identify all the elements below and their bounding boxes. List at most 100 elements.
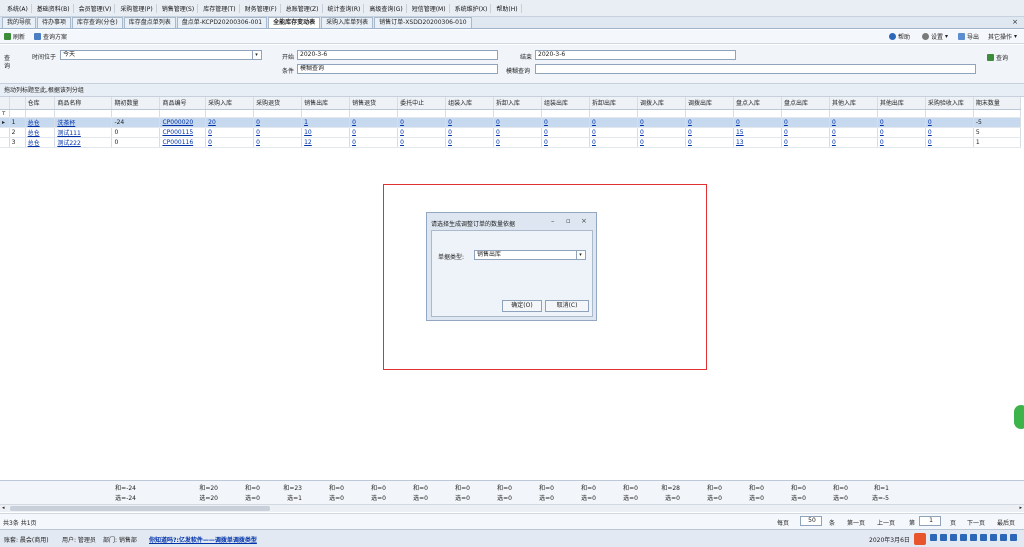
tray-icon[interactable] <box>1010 534 1017 541</box>
filter-cell[interactable] <box>54 109 113 118</box>
menu-item[interactable]: 帮助(H) <box>493 3 522 13</box>
qty-cell[interactable]: 0 <box>685 117 734 128</box>
close-icon[interactable]: × <box>581 217 587 225</box>
menu-item[interactable]: 高级查询(G) <box>366 3 407 13</box>
filter-cell[interactable] <box>829 109 878 118</box>
fuzzy-query-input[interactable] <box>535 64 976 74</box>
cancel-button[interactable]: 取消(C) <box>545 300 589 312</box>
filter-icon[interactable]: ᴛ <box>0 109 10 118</box>
scroll-right-icon[interactable]: ▸ <box>1019 505 1022 511</box>
qty-cell[interactable]: 0 <box>541 137 591 148</box>
qty-cell[interactable]: 1 <box>301 117 351 128</box>
qty-cell[interactable]: 0 <box>781 137 830 148</box>
tray-icon[interactable] <box>970 534 977 541</box>
qty-cell[interactable]: 0 <box>877 127 926 138</box>
filter-cell[interactable] <box>877 109 926 118</box>
menu-item[interactable]: 财务管理(F) <box>242 3 281 13</box>
filter-cell[interactable] <box>685 109 734 118</box>
qty-cell[interactable]: 0 <box>445 137 495 148</box>
product-name-cell[interactable]: 测试111 <box>54 127 113 138</box>
last-page-button[interactable]: 最后页 <box>997 518 1015 527</box>
qty-cell[interactable]: 0 <box>493 137 543 148</box>
qty-cell[interactable]: 0 <box>637 137 686 148</box>
qty-cell[interactable]: 0 <box>925 127 974 138</box>
settings-button[interactable]: 设置 ▾ <box>922 32 948 41</box>
refresh-button[interactable]: 刷新 <box>4 32 25 41</box>
table-row[interactable]: ▸ 1 总仓 洗茶杯 -24 CP000020 20 0 1 0 0 0 0 0 0 0 0 0 0 0 0 0 -5 <box>0 117 1022 128</box>
qty-cell[interactable]: 0 <box>829 127 878 138</box>
tray-icon[interactable] <box>930 534 937 541</box>
filter-cell[interactable] <box>349 109 399 118</box>
ok-button[interactable]: 确定(O) <box>502 300 542 312</box>
first-page-button[interactable]: 第一页 <box>847 518 865 527</box>
page-input[interactable]: 1 <box>919 516 941 526</box>
menu-item[interactable]: 系统(A) <box>4 3 32 13</box>
tray-icon[interactable] <box>1000 534 1007 541</box>
minimize-icon[interactable]: – <box>551 217 555 225</box>
filter-cell[interactable] <box>301 109 351 118</box>
column-header[interactable]: 其他出库 <box>877 97 926 110</box>
horizontal-scrollbar[interactable]: ◂ ▸ <box>0 504 1024 512</box>
menu-item[interactable]: 短信管理(M) <box>409 3 450 13</box>
qty-cell[interactable]: 0 <box>253 117 303 128</box>
query-button[interactable]: 查询 <box>987 53 1008 62</box>
qty-cell[interactable]: 0 <box>925 117 974 128</box>
qty-cell[interactable]: 0 <box>781 117 830 128</box>
tray-icon[interactable] <box>990 534 997 541</box>
maximize-icon[interactable]: ▫ <box>566 217 571 225</box>
table-row[interactable]: 2 总仓 测试111 0 CP000115 0 0 10 0 0 0 0 0 0 0 0 15 0 0 0 0 5 <box>0 127 1022 138</box>
menu-item[interactable]: 库存管理(T) <box>200 3 240 13</box>
menu-item[interactable]: 统计查询(R) <box>325 3 365 13</box>
column-header[interactable]: 采购验收入库 <box>925 97 974 110</box>
chevron-down-icon[interactable]: ▾ <box>576 251 584 259</box>
column-header[interactable]: 采购退货 <box>253 97 303 110</box>
prev-page-button[interactable]: 上一页 <box>877 518 895 527</box>
qty-cell[interactable]: 0 <box>397 137 447 148</box>
product-code-cell[interactable]: CP000115 <box>159 127 207 138</box>
tray-icon[interactable] <box>950 534 957 541</box>
end-date-input[interactable]: 2020-3-6 <box>535 50 736 60</box>
column-header[interactable] <box>0 97 10 110</box>
qty-cell[interactable]: 0 <box>685 127 734 138</box>
menu-item[interactable]: 基础资料(B) <box>34 3 74 13</box>
column-header[interactable]: 组装入库 <box>445 97 495 110</box>
filter-cell[interactable] <box>25 109 56 118</box>
menu-item[interactable]: 采购管理(P) <box>117 3 157 13</box>
tab[interactable]: 待办事项 <box>37 17 72 28</box>
filter-cell[interactable] <box>253 109 303 118</box>
column-header[interactable]: 调拨出库 <box>685 97 734 110</box>
tab[interactable]: 销售订单-XSDD20200306-010 <box>374 17 472 28</box>
qty-cell[interactable]: 0 <box>637 127 686 138</box>
query-scheme-button[interactable]: 查询方案 <box>34 32 67 41</box>
filter-cell[interactable] <box>9 109 26 118</box>
input-method-icon[interactable] <box>914 533 926 545</box>
tray-icon[interactable] <box>940 534 947 541</box>
qty-cell[interactable]: 0 <box>589 117 638 128</box>
menu-item[interactable]: 系统维护(X) <box>452 3 492 13</box>
product-code-cell[interactable]: CP000116 <box>159 137 207 148</box>
export-button[interactable]: 导出 <box>958 32 979 41</box>
next-page-button[interactable]: 下一页 <box>967 518 985 527</box>
qty-cell[interactable]: 0 <box>445 127 495 138</box>
filter-cell[interactable] <box>637 109 686 118</box>
column-header[interactable]: 期初数量 <box>111 97 161 110</box>
other-ops-button[interactable]: 其它操作 ▾ <box>988 32 1017 41</box>
qty-cell[interactable]: 0 <box>349 137 399 148</box>
filter-cell[interactable] <box>589 109 638 118</box>
scroll-left-icon[interactable]: ◂ <box>2 505 5 511</box>
condition-select[interactable]: 模糊查询 <box>297 64 498 74</box>
qty-cell[interactable]: 0 <box>829 117 878 128</box>
product-name-cell[interactable]: 测试222 <box>54 137 113 148</box>
start-date-input[interactable]: 2020-3-6 <box>297 50 498 60</box>
qty-cell[interactable]: 10 <box>301 127 351 138</box>
qty-cell[interactable]: 0 <box>877 117 926 128</box>
filter-cell[interactable] <box>159 109 207 118</box>
filter-cell[interactable] <box>733 109 782 118</box>
tray-icon[interactable] <box>960 534 967 541</box>
filter-cell[interactable] <box>111 109 161 118</box>
warehouse-cell[interactable]: 总仓 <box>25 127 56 138</box>
filter-cell[interactable] <box>397 109 447 118</box>
column-header[interactable]: 商品编号 <box>159 97 207 110</box>
column-header[interactable]: 组装出库 <box>541 97 591 110</box>
qty-cell[interactable]: 0 <box>541 117 591 128</box>
